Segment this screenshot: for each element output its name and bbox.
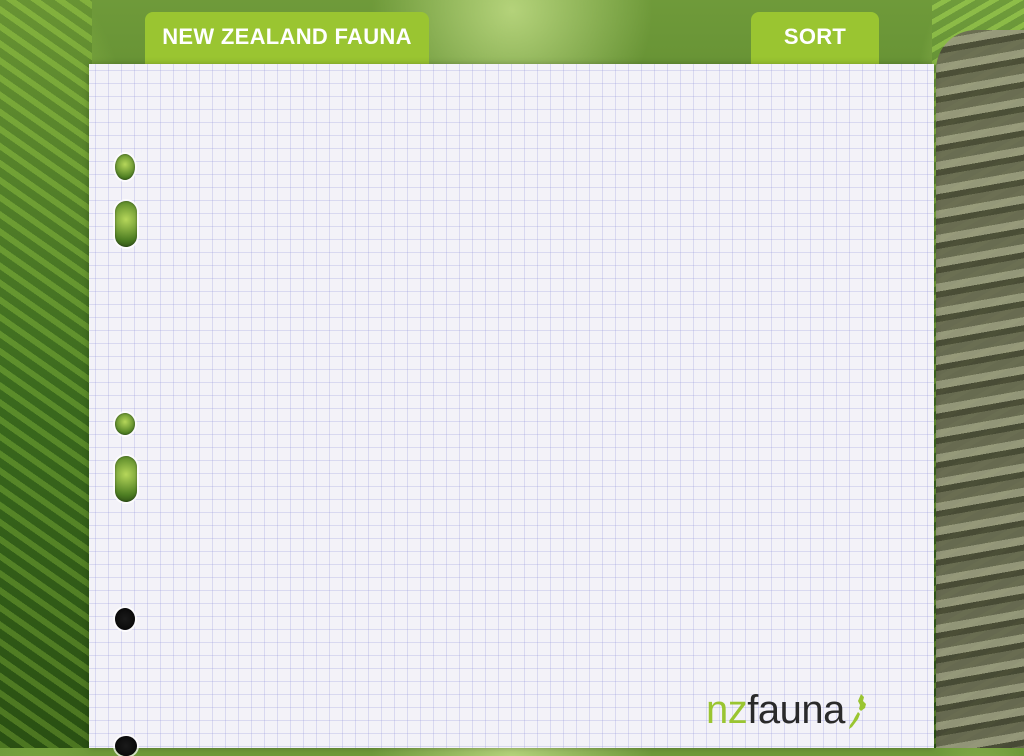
binder-hole <box>115 201 137 247</box>
logo-nz-text: nz <box>706 688 748 732</box>
binder-hole <box>115 736 137 756</box>
sort-button-label: SORT <box>783 24 847 49</box>
binder-hole <box>115 154 135 180</box>
rainforest-background-right <box>932 0 1024 748</box>
new-zealand-map-icon <box>848 694 866 729</box>
title-tab-label: NEW ZEALAND FAUNA <box>162 24 412 49</box>
rainforest-background-left <box>0 0 92 748</box>
binder-hole <box>115 413 135 435</box>
nzfauna-logo: nz fauna <box>706 688 871 732</box>
sort-button[interactable]: SORT <box>751 12 879 64</box>
binder-hole <box>115 456 137 502</box>
logo-fauna-text: fauna <box>747 688 845 732</box>
grid-paper-sheet: nz fauna <box>89 64 934 756</box>
tree-fern-trunk <box>936 30 1024 748</box>
title-tab[interactable]: NEW ZEALAND FAUNA <box>145 12 429 64</box>
binder-hole <box>115 608 135 630</box>
